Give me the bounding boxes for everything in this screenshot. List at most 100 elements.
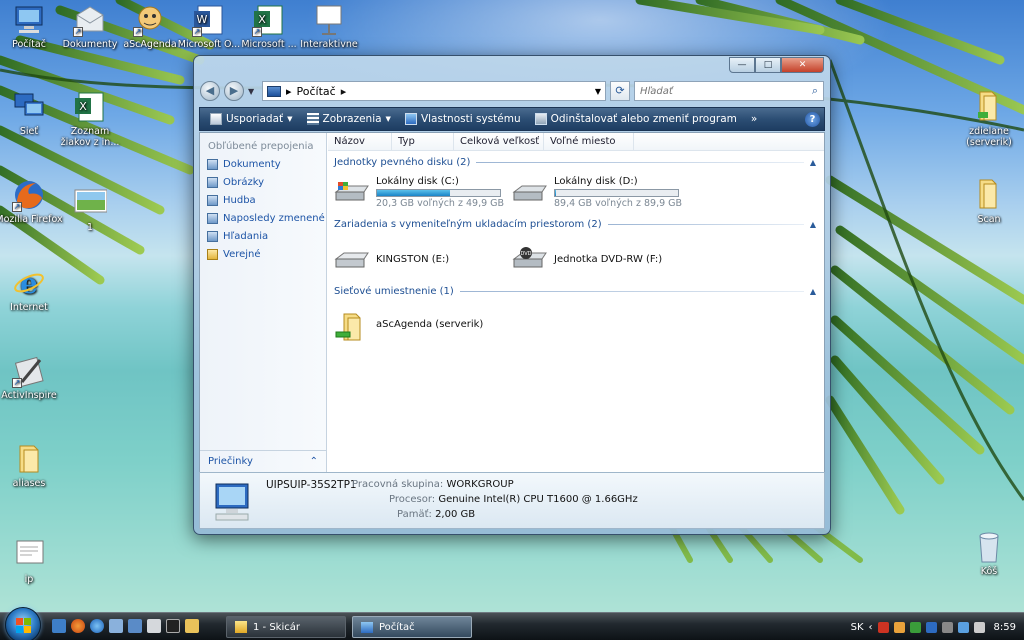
- nav-item-obrazky[interactable]: Obrázky: [200, 173, 326, 191]
- breadcrumb-location[interactable]: Počítač: [297, 85, 336, 98]
- column-header-free-space[interactable]: Voľné miesto: [544, 133, 634, 150]
- group-header-removable[interactable]: Zariadenia s vymeniteľným ukladacím prie…: [334, 217, 816, 232]
- column-header-type[interactable]: Typ: [392, 133, 454, 150]
- cpu-label: Procesor:: [389, 494, 436, 505]
- tray-app-icon[interactable]: [893, 621, 905, 633]
- column-header-name[interactable]: Názov: [328, 133, 392, 150]
- workgroup-label: Pracovná skupina:: [352, 479, 444, 490]
- network-location-ascagenda[interactable]: aScAgenda (serverik): [334, 305, 512, 343]
- memory-value: 2,00 GB: [435, 509, 476, 520]
- system-properties-button[interactable]: Vlastnosti systému: [399, 109, 527, 129]
- drive-tile-f[interactable]: DVD Jednotka DVD-RW (F:): [512, 240, 690, 278]
- collapse-icon[interactable]: ▲: [810, 287, 816, 296]
- language-indicator[interactable]: SK: [851, 622, 864, 633]
- clock[interactable]: 8:59: [994, 622, 1016, 633]
- desktop-icon-img1[interactable]: 1: [56, 186, 124, 233]
- switch-windows-icon[interactable]: [109, 619, 123, 633]
- media-player-icon[interactable]: [128, 619, 142, 633]
- desktop-icon-kos[interactable]: Kôš: [955, 530, 1023, 577]
- file-list-pane: Názov Typ Celková veľkosť Voľné miesto J…: [328, 133, 824, 472]
- nav-item-hudba[interactable]: Hudba: [200, 191, 326, 209]
- desktop-icon-activinspire[interactable]: ↗ ActivInspire: [0, 354, 63, 401]
- desktop-icon-word[interactable]: W ↗ Microsoft O...: [175, 3, 243, 50]
- console-icon[interactable]: [166, 619, 180, 633]
- computer-icon: [361, 621, 373, 633]
- column-header-total-size[interactable]: Celková veľkosť: [454, 133, 544, 150]
- breadcrumb-separator[interactable]: ▸: [341, 85, 590, 98]
- nav-item-hladania[interactable]: Hľadania: [200, 227, 326, 245]
- search-box[interactable]: ⌕: [634, 81, 824, 101]
- desktop-icon-siet[interactable]: Sieť: [0, 90, 63, 137]
- cpu-model: T1600 @ 1.66GHz: [547, 494, 638, 505]
- refresh-button[interactable]: ⟳: [610, 81, 630, 101]
- content-area: Obľúbené prepojenia Dokumenty Obrázky Hu…: [199, 132, 825, 473]
- computer-icon: [267, 85, 281, 97]
- search-icon[interactable]: ⌕: [812, 84, 818, 98]
- computer-name: UIPSUIP-35S2TP1: [266, 479, 357, 491]
- tray-app-icon[interactable]: [925, 621, 937, 633]
- tray-app-icon[interactable]: [909, 621, 921, 633]
- close-button[interactable]: ✕: [781, 57, 824, 73]
- nav-item-dokumenty[interactable]: Dokumenty: [200, 155, 326, 173]
- collapse-icon[interactable]: ▲: [810, 220, 816, 229]
- start-button[interactable]: [5, 607, 41, 640]
- show-desktop-icon[interactable]: [52, 619, 66, 633]
- folders-toggle[interactable]: Priečinky ⌃: [200, 450, 326, 472]
- desktop-icon-pocitac[interactable]: Počítač: [0, 3, 63, 50]
- desktop-icon-zoznam[interactable]: X Zoznam žiakov z in...: [56, 90, 124, 148]
- organize-button[interactable]: Usporiadať ▼: [204, 109, 299, 129]
- network-location-name: aScAgenda (serverik): [376, 318, 484, 330]
- desktop-icon-dokumenty[interactable]: ↗ Dokumenty: [56, 3, 124, 50]
- explorer-icon[interactable]: [185, 619, 199, 633]
- drive-tile-c[interactable]: Lokálny disk (C:) 20,3 GB voľných z 49,9…: [334, 173, 512, 211]
- desktop-icon-interaktivne[interactable]: Interaktivne: [295, 3, 363, 50]
- collapse-icon[interactable]: ▲: [810, 158, 816, 167]
- desktop-icon-aliases[interactable]: aliases: [0, 442, 63, 489]
- desktop-icon-firefox[interactable]: ↗ Mozilla Firefox: [0, 178, 63, 225]
- desktop-icon-ascagenda[interactable]: ↗ aScAgenda: [116, 3, 184, 50]
- details-pane: UIPSUIP-35S2TP1 Pracovná skupina: WORKGR…: [199, 472, 825, 529]
- folder-icon: [207, 248, 218, 260]
- address-bar[interactable]: ▸ Počítač ▸ ▼: [262, 81, 606, 101]
- hard-drive-tiles: Lokálny disk (C:) 20,3 GB voľných z 49,9…: [334, 173, 824, 211]
- more-commands-button[interactable]: »: [745, 109, 763, 129]
- taskbar-button-computer[interactable]: Počítač: [352, 616, 472, 638]
- breadcrumb-separator[interactable]: ▸: [286, 85, 292, 98]
- desktop-icon-internet[interactable]: e Internet: [0, 266, 63, 313]
- group-header-network[interactable]: Sieťové umiestnenie (1) ▲: [334, 284, 816, 299]
- recent-icon: [207, 212, 218, 224]
- maximize-button[interactable]: □: [755, 57, 781, 73]
- recycle-bin-icon: [972, 530, 1006, 564]
- computer-icon: [210, 482, 254, 522]
- tray-app-icon[interactable]: [941, 621, 953, 633]
- address-dropdown-icon[interactable]: ▼: [595, 87, 601, 96]
- messenger-icon[interactable]: [147, 619, 161, 633]
- uninstall-program-button[interactable]: Odinštalovať alebo zmeniť program: [529, 109, 743, 129]
- desktop-icon-zdielane[interactable]: zdielane (serverik): [955, 90, 1023, 148]
- minimize-button[interactable]: —: [729, 57, 755, 73]
- tray-app-icon[interactable]: [877, 621, 889, 633]
- nav-item-naposledy-zmenene[interactable]: Naposledy zmenené: [200, 209, 326, 227]
- desktop-icon-excel[interactable]: X ↗ Microsoft ...: [235, 3, 303, 50]
- drive-tile-d[interactable]: Lokálny disk (D:) 89,4 GB voľných z 89,9…: [512, 173, 690, 211]
- taskbar-button-paint[interactable]: 1 - Skicár: [226, 616, 346, 638]
- help-icon[interactable]: ?: [805, 111, 820, 127]
- group-header-hard-drives[interactable]: Jednotky pevného disku (2) ▲: [334, 155, 816, 170]
- forward-button[interactable]: ▶: [224, 81, 244, 101]
- favorite-links-heading: Obľúbené prepojenia: [208, 141, 314, 152]
- text-file-icon: [12, 538, 46, 572]
- firefox-icon[interactable]: [71, 619, 85, 633]
- drive-tile-e[interactable]: KINGSTON (E:): [334, 240, 512, 278]
- desktop-icon-ip[interactable]: ip: [0, 538, 63, 585]
- history-dropdown[interactable]: ▼: [248, 87, 258, 96]
- ie-icon[interactable]: [90, 619, 104, 633]
- volume-icon[interactable]: [973, 621, 985, 633]
- views-button[interactable]: Zobrazenia ▼: [301, 109, 397, 129]
- chevron-left-icon[interactable]: ‹: [869, 622, 873, 633]
- system-tray: SK ‹ 8:59: [851, 613, 1024, 640]
- network-tray-icon[interactable]: [957, 621, 969, 633]
- desktop-icon-scan[interactable]: Scan: [955, 178, 1023, 225]
- search-input[interactable]: [640, 85, 812, 97]
- back-button[interactable]: ◀: [200, 81, 220, 101]
- nav-item-verejne[interactable]: Verejné: [200, 245, 326, 263]
